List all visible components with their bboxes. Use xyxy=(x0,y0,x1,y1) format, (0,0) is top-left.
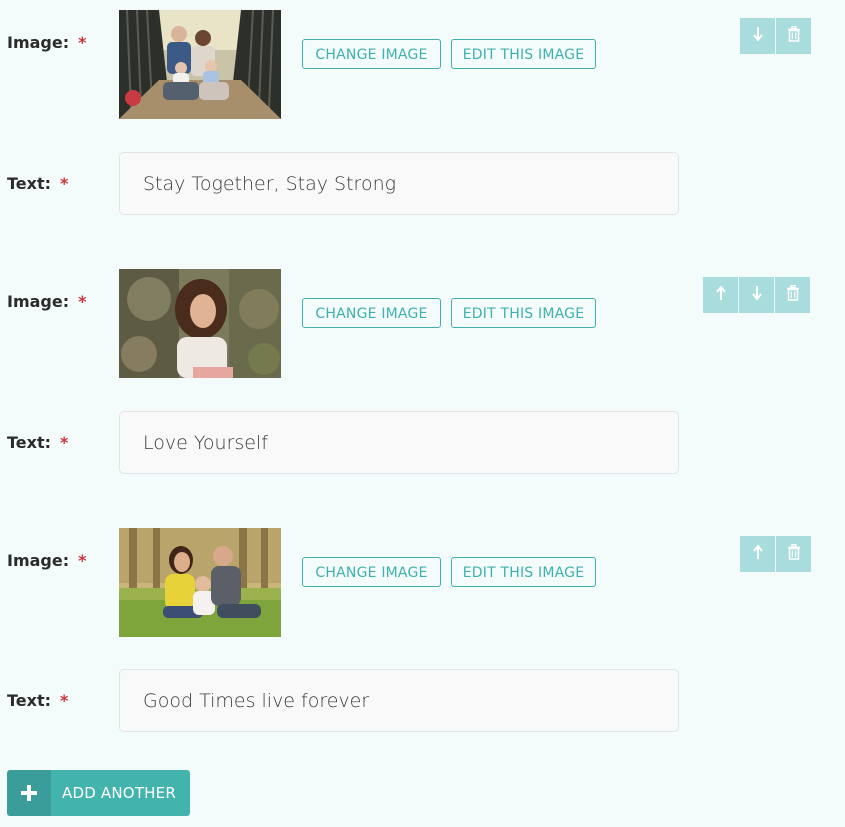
text-label: Text: * xyxy=(7,691,69,710)
edit-image-button[interactable]: EDIT THIS IMAGE xyxy=(451,298,596,328)
trash-icon xyxy=(786,284,800,305)
required-marker: * xyxy=(78,33,87,52)
item-3-controls xyxy=(740,536,811,572)
text-label: Text: * xyxy=(7,433,69,452)
required-marker: * xyxy=(78,292,87,311)
text-label: Text: * xyxy=(7,174,69,193)
item-1-text-input[interactable] xyxy=(119,152,679,215)
change-image-button[interactable]: CHANGE IMAGE xyxy=(302,557,441,587)
arrow-down-icon xyxy=(752,26,764,46)
delete-button[interactable] xyxy=(775,277,810,313)
item-3-image xyxy=(119,528,281,637)
image-label: Image: * xyxy=(7,33,87,52)
item-2-image xyxy=(119,269,281,378)
required-marker: * xyxy=(60,433,69,452)
plus-icon xyxy=(7,770,51,816)
required-marker: * xyxy=(60,691,69,710)
delete-button[interactable] xyxy=(776,536,811,572)
item-2-text-input[interactable] xyxy=(119,411,679,474)
move-up-button[interactable] xyxy=(703,277,738,313)
edit-image-button[interactable]: EDIT THIS IMAGE xyxy=(451,39,596,69)
trash-icon xyxy=(787,25,801,46)
move-up-button[interactable] xyxy=(740,536,775,572)
move-down-button[interactable] xyxy=(740,18,775,54)
edit-image-button[interactable]: EDIT THIS IMAGE xyxy=(451,557,596,587)
add-another-label: ADD ANOTHER xyxy=(51,770,190,816)
trash-icon xyxy=(787,543,801,564)
move-down-button[interactable] xyxy=(739,277,774,313)
delete-button[interactable] xyxy=(776,18,811,54)
item-1-controls xyxy=(740,18,811,54)
required-marker: * xyxy=(78,551,87,570)
add-another-button[interactable]: ADD ANOTHER xyxy=(7,770,190,816)
required-marker: * xyxy=(60,174,69,193)
item-1-image xyxy=(119,10,281,119)
arrow-up-icon xyxy=(715,285,727,305)
image-label: Image: * xyxy=(7,292,87,311)
image-label: Image: * xyxy=(7,551,87,570)
item-2-controls xyxy=(703,277,810,313)
arrow-up-icon xyxy=(752,544,764,564)
arrow-down-icon xyxy=(751,285,763,305)
change-image-button[interactable]: CHANGE IMAGE xyxy=(302,39,441,69)
change-image-button[interactable]: CHANGE IMAGE xyxy=(302,298,441,328)
item-3-text-input[interactable] xyxy=(119,669,679,732)
